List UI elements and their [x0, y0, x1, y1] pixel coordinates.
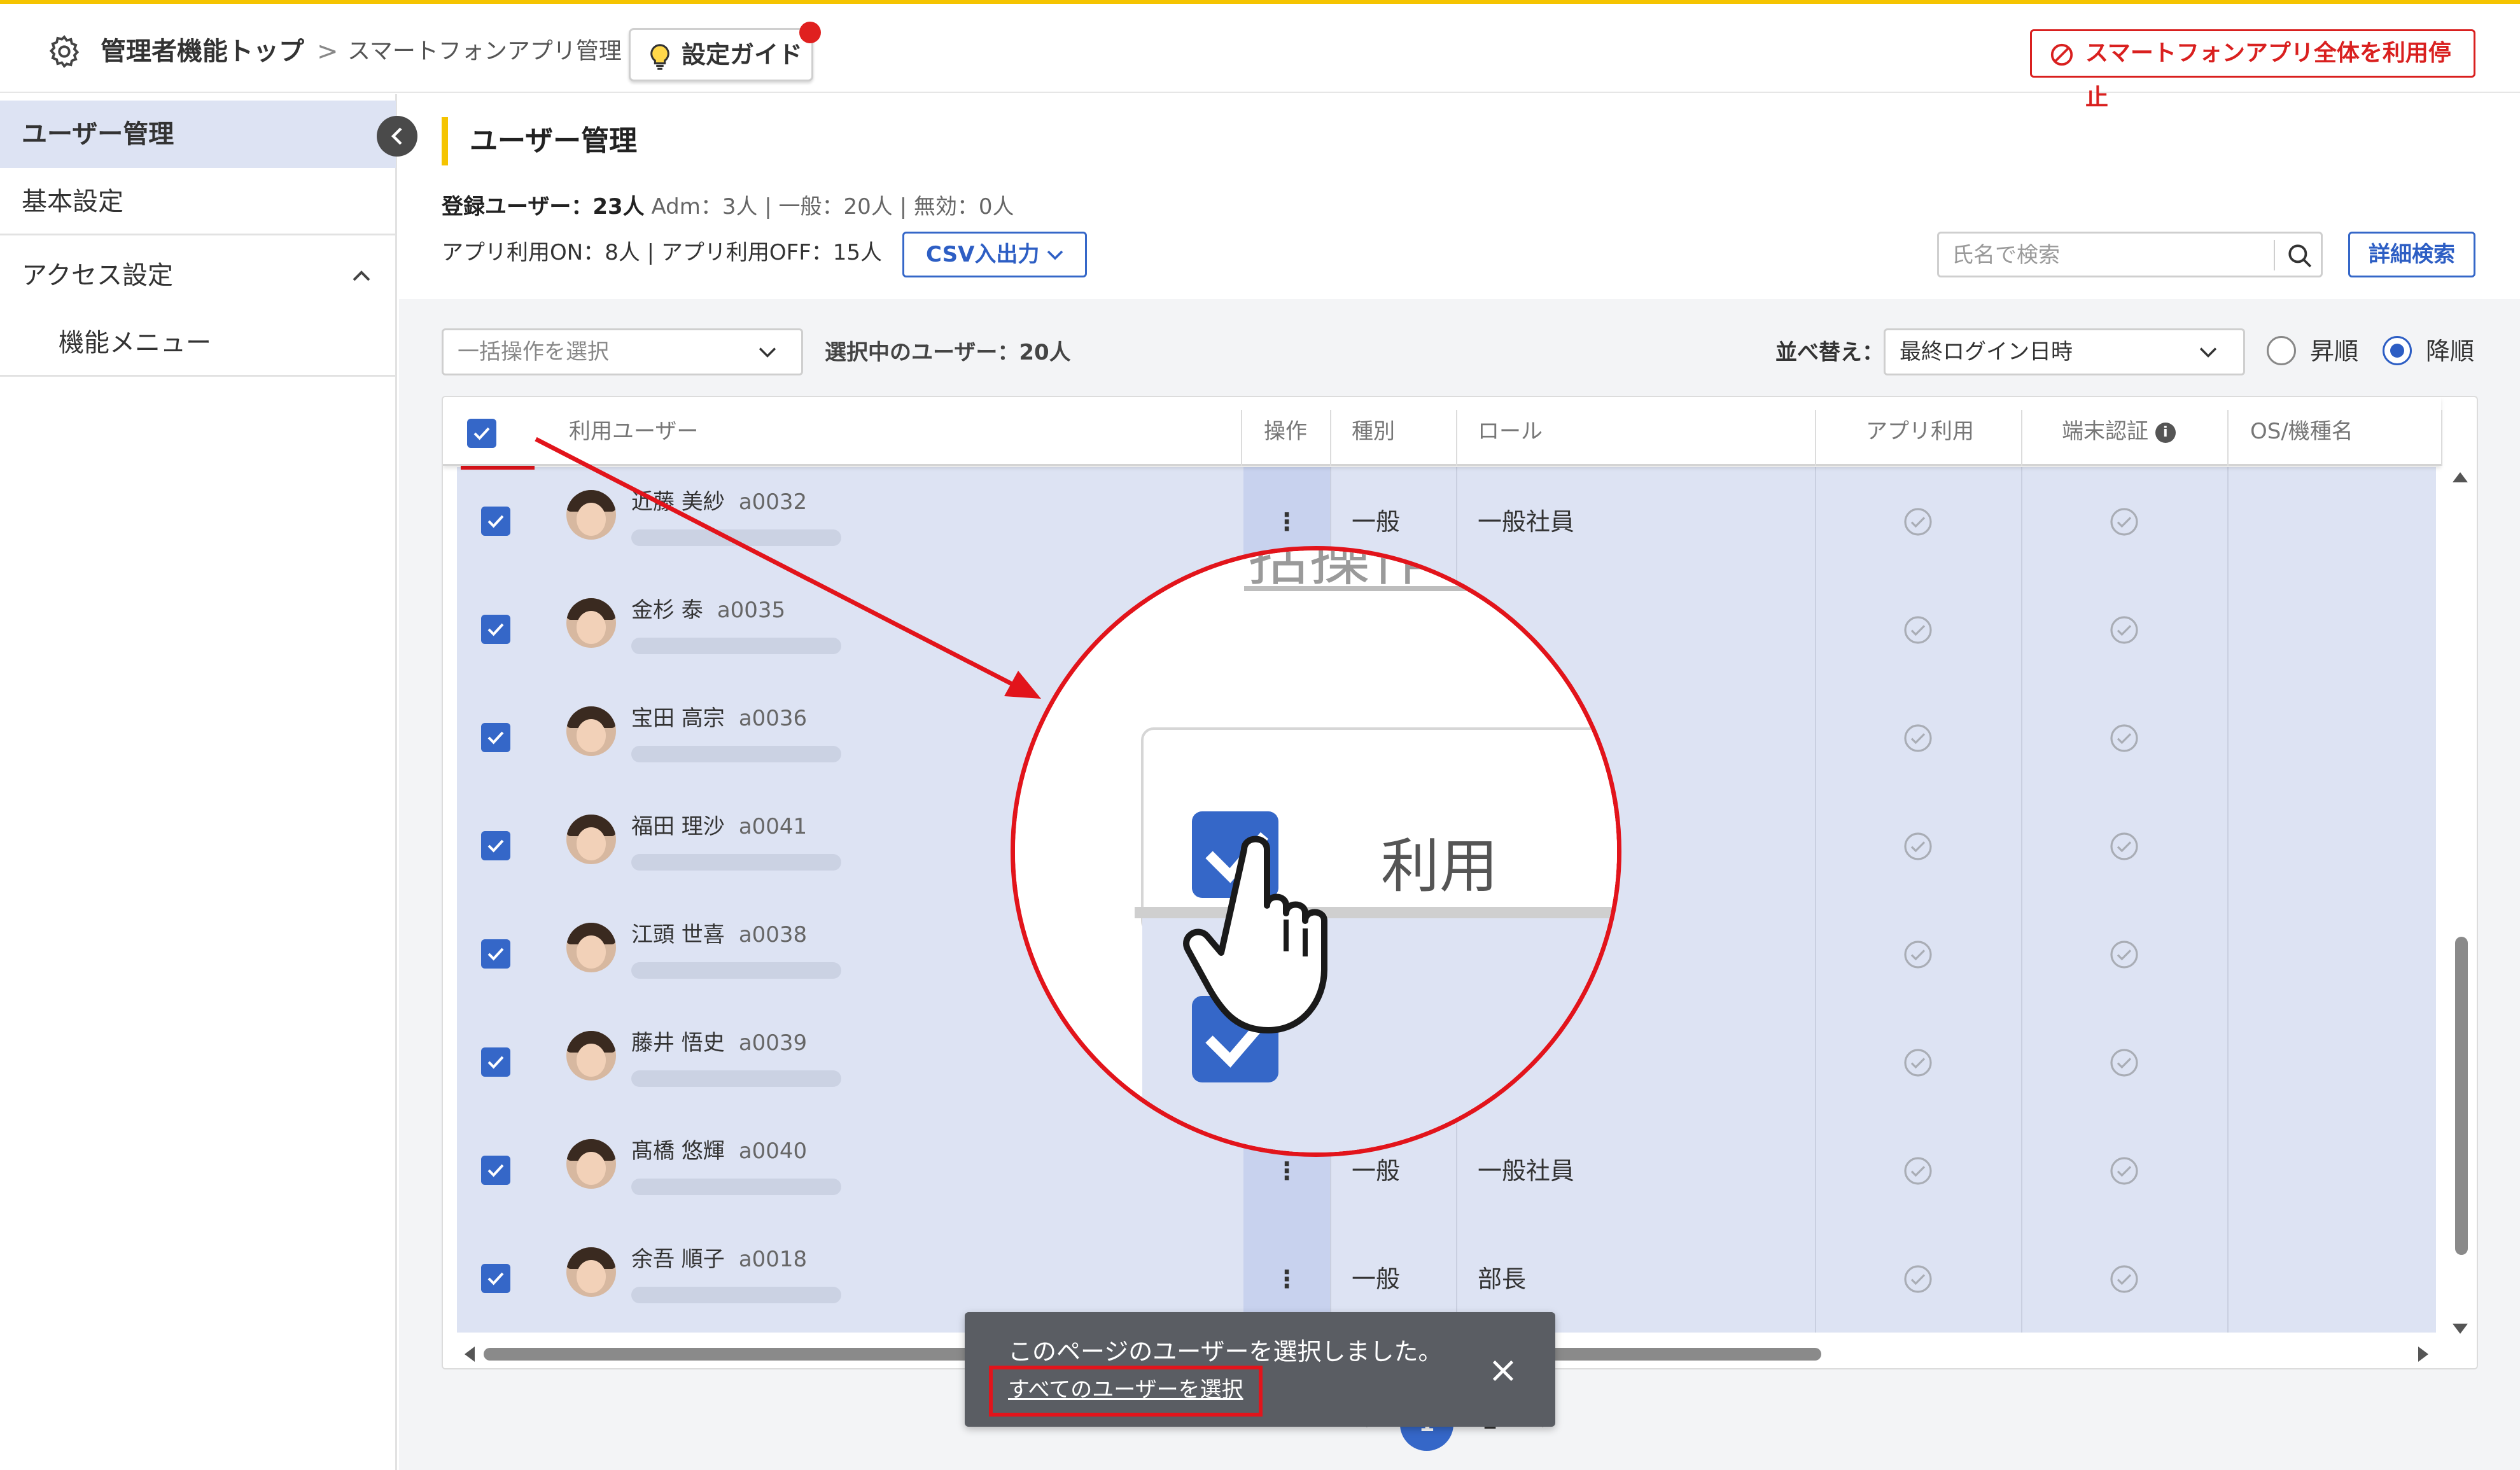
zoom-column-text: 利用 [1381, 832, 1498, 900]
zoom-illustration: 一括操作を 利用 [1015, 550, 1617, 1152]
zoom-callout: 一括操作を 利用 [1011, 546, 1621, 1157]
